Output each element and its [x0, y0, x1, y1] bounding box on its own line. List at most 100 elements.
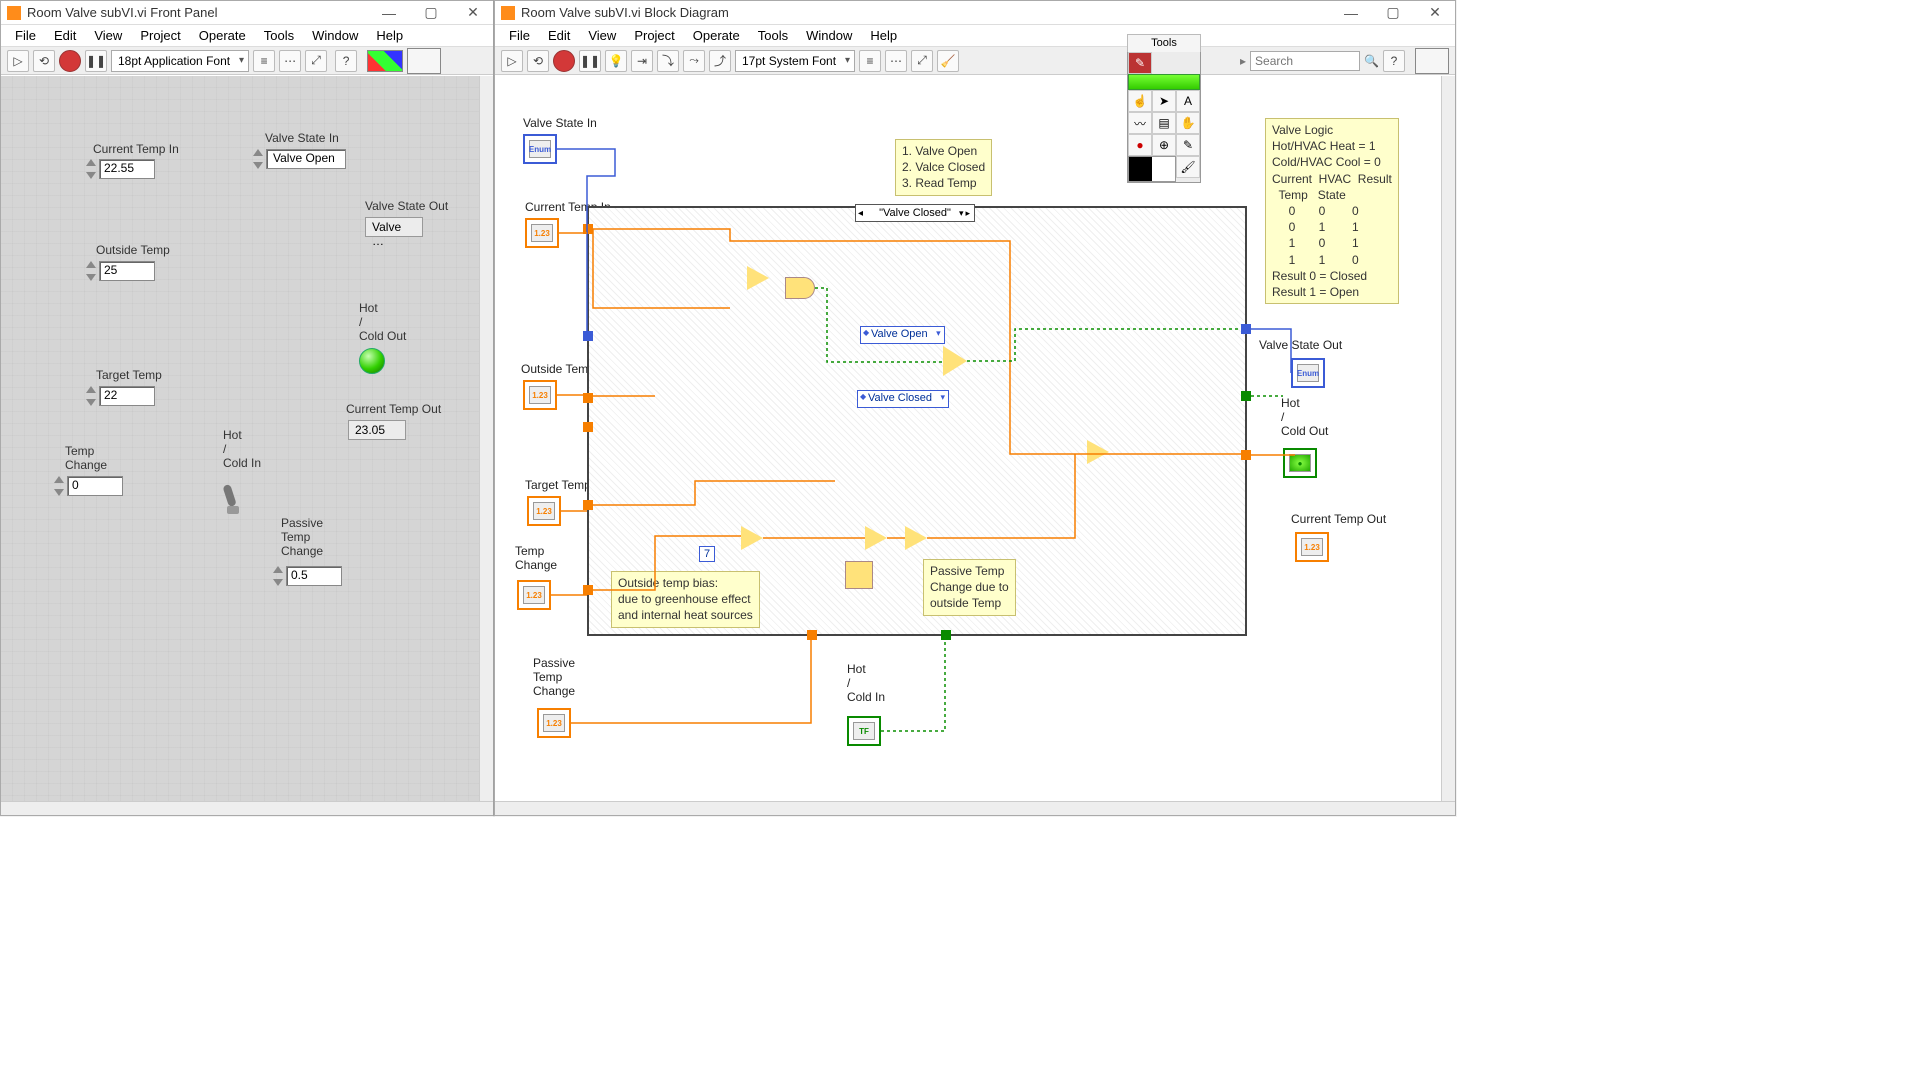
search-input[interactable]	[1250, 51, 1360, 71]
font-selector[interactable]: 17pt System Font	[735, 50, 855, 72]
terminal-valve-state-out[interactable]: Enum	[1291, 358, 1325, 388]
tool-shortcut-icon[interactable]: ▤	[1152, 112, 1176, 134]
spinner-target-temp[interactable]	[86, 386, 98, 406]
bd-titlebar[interactable]: Room Valve subVI.vi Block Diagram — ▢ ✕	[495, 1, 1455, 25]
minimize-button[interactable]: —	[1337, 4, 1365, 22]
numeric-const-7[interactable]: 7	[699, 546, 715, 562]
menu-tools[interactable]: Tools	[750, 26, 796, 45]
tunnel-left-sel[interactable]	[583, 331, 593, 341]
font-selector[interactable]: 18pt Application Font	[111, 50, 249, 72]
close-button[interactable]: ✕	[459, 4, 487, 22]
search-open-icon[interactable]: ▸	[1240, 54, 1246, 68]
tunnel-right-dbl[interactable]	[1241, 450, 1251, 460]
bd-scrollbar-v[interactable]	[1441, 76, 1455, 801]
tunnel-bot-1[interactable]	[807, 630, 817, 640]
close-button[interactable]: ✕	[1421, 4, 1449, 22]
comment-passive[interactable]: Passive Temp Change due to outside Temp	[923, 559, 1016, 616]
spinner-current-temp-in[interactable]	[86, 159, 98, 179]
terminal-outside-temp[interactable]: 1.23	[523, 380, 557, 410]
tools-palette[interactable]: ✎ ☝ ➤ A 〰 ▤ ✋ ● ⊕ ✎ 🖌	[1127, 51, 1201, 183]
menu-view[interactable]: View	[86, 26, 130, 45]
terminal-passive-temp-change[interactable]: 1.23	[537, 708, 571, 738]
xor-node[interactable]	[785, 277, 815, 299]
front-panel-client[interactable]: Current Temp In 22.55 Valve State In Val…	[1, 76, 493, 801]
terminal-current-temp-in[interactable]: 1.23	[525, 218, 559, 248]
enum-const-valve-open[interactable]: Valve Open	[860, 326, 945, 344]
menu-edit[interactable]: Edit	[540, 26, 578, 45]
menu-view[interactable]: View	[580, 26, 624, 45]
minimize-button[interactable]: —	[375, 4, 403, 22]
fp-scrollbar-h[interactable]	[1, 801, 493, 815]
select-node-2[interactable]	[905, 526, 927, 550]
terminal-valve-state-in[interactable]: Enum	[523, 134, 557, 164]
tool-auto-select-icon[interactable]: ✎	[1128, 52, 1152, 74]
tunnel-left-5[interactable]	[583, 585, 593, 595]
reorder-button[interactable]: ⤢	[911, 50, 933, 72]
distribute-button[interactable]: ⋯	[279, 50, 301, 72]
add-node-1[interactable]	[741, 526, 763, 550]
menu-operate[interactable]: Operate	[685, 26, 748, 45]
input-valve-state-in[interactable]: Valve Open	[266, 149, 346, 169]
compare-node-2[interactable]	[1087, 440, 1109, 464]
help-button[interactable]: ?	[335, 50, 357, 72]
step-into-button[interactable]: ⤵	[657, 50, 679, 72]
align-button[interactable]: ≡	[859, 50, 881, 72]
maximize-button[interactable]: ▢	[417, 4, 445, 22]
comment-step-list[interactable]: 1. Valve Open 2. Valce Closed 3. Read Te…	[895, 139, 992, 196]
tool-color-fg-bg[interactable]	[1128, 156, 1176, 182]
tool-position-icon[interactable]: ➤	[1152, 90, 1176, 112]
input-passive-temp-change[interactable]: 0.5	[286, 566, 342, 586]
select-node[interactable]	[943, 346, 969, 376]
menu-file[interactable]: File	[7, 26, 44, 45]
input-target-temp[interactable]: 22	[99, 386, 155, 406]
highlight-exec-button[interactable]: 💡	[605, 50, 627, 72]
tool-wiring-icon[interactable]: 〰	[1128, 112, 1152, 134]
run-button[interactable]: ▷	[501, 50, 523, 72]
input-temp-change[interactable]: 0	[67, 476, 123, 496]
tunnel-left-2[interactable]	[583, 393, 593, 403]
vi-icon[interactable]	[1415, 48, 1449, 74]
retain-wire-button[interactable]: ⇥	[631, 50, 653, 72]
front-panel-titlebar[interactable]: Room Valve subVI.vi Front Panel — ▢ ✕	[1, 1, 493, 25]
spinner-temp-change[interactable]	[54, 476, 66, 496]
tunnel-left-4[interactable]	[583, 500, 593, 510]
maximize-button[interactable]: ▢	[1379, 4, 1407, 22]
select-node-3[interactable]	[845, 561, 873, 589]
run-button[interactable]: ▷	[7, 50, 29, 72]
tunnel-bot-2[interactable]	[941, 630, 951, 640]
tool-operate-icon[interactable]: ☝	[1128, 90, 1152, 112]
menu-project[interactable]: Project	[626, 26, 682, 45]
step-over-button[interactable]: ⤳	[683, 50, 705, 72]
menu-tools[interactable]: Tools	[256, 26, 302, 45]
compare-node-3[interactable]	[865, 526, 887, 550]
tool-probe-icon[interactable]: ⊕	[1152, 134, 1176, 156]
menu-project[interactable]: Project	[132, 26, 188, 45]
abort-button[interactable]	[59, 50, 81, 72]
bd-client[interactable]: 1. Valve Open 2. Valce Closed 3. Read Te…	[495, 76, 1455, 801]
spinner-outside-temp[interactable]	[86, 261, 98, 281]
menu-edit[interactable]: Edit	[46, 26, 84, 45]
tunnel-left-1[interactable]	[583, 224, 593, 234]
tool-auto-toggle[interactable]	[1128, 74, 1200, 90]
terminal-current-temp-out[interactable]: 1.23	[1295, 532, 1329, 562]
step-out-button[interactable]: ⤴	[709, 50, 731, 72]
spinner-valve-state-in[interactable]	[253, 149, 265, 169]
distribute-button[interactable]: ⋯	[885, 50, 907, 72]
enum-const-valve-closed[interactable]: Valve Closed	[857, 390, 949, 408]
menu-help[interactable]: Help	[368, 26, 411, 45]
pause-button[interactable]: ❚❚	[85, 50, 107, 72]
bd-scrollbar-h[interactable]	[495, 801, 1455, 815]
input-outside-temp[interactable]: 25	[99, 261, 155, 281]
switch-hot-cold-in[interactable]	[223, 484, 243, 514]
terminal-hot-cold-in[interactable]: TF	[847, 716, 881, 746]
tool-color-icon[interactable]: 🖌	[1176, 156, 1200, 178]
fp-scrollbar-v[interactable]	[479, 76, 493, 801]
menu-window[interactable]: Window	[304, 26, 366, 45]
abort-button[interactable]	[553, 50, 575, 72]
tunnel-left-3[interactable]	[583, 422, 593, 432]
comment-valve-logic[interactable]: Valve Logic Hot/HVAC Heat = 1 Cold/HVAC …	[1265, 118, 1399, 304]
menu-help[interactable]: Help	[862, 26, 905, 45]
compare-node-1[interactable]	[747, 266, 769, 290]
terminal-hot-cold-out[interactable]: ●	[1283, 448, 1317, 478]
menu-file[interactable]: File	[501, 26, 538, 45]
